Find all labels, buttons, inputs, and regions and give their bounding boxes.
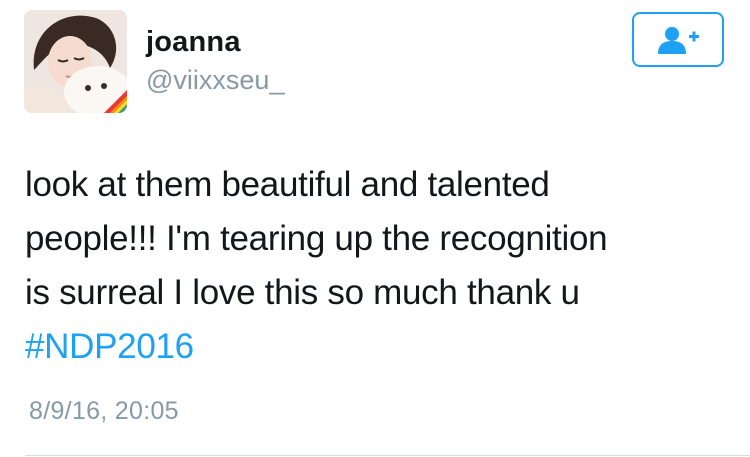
tweet-timestamp[interactable]: 8/9/16, 20:05 — [29, 394, 179, 428]
add-user-icon — [658, 26, 699, 54]
avatar-image — [24, 10, 127, 113]
tweet-text-line: people!!! I'm tearing up the recognition — [25, 219, 608, 258]
hashtag-link[interactable]: #NDP2016 — [25, 320, 725, 374]
tweet-text-line: look at them beautiful and talented — [25, 165, 550, 204]
tweet-card: joanna @viixxseu_ look at them beautiful… — [0, 0, 750, 457]
tweet-text: look at them beautiful and talented peop… — [25, 158, 725, 374]
tweet-text-line: is surreal I love this so much thank u — [25, 273, 580, 312]
follow-button[interactable] — [632, 12, 724, 67]
divider — [25, 455, 750, 456]
avatar[interactable] — [24, 10, 127, 113]
user-handle[interactable]: @viixxseu_ — [146, 63, 284, 97]
display-name[interactable]: joanna — [146, 24, 241, 60]
